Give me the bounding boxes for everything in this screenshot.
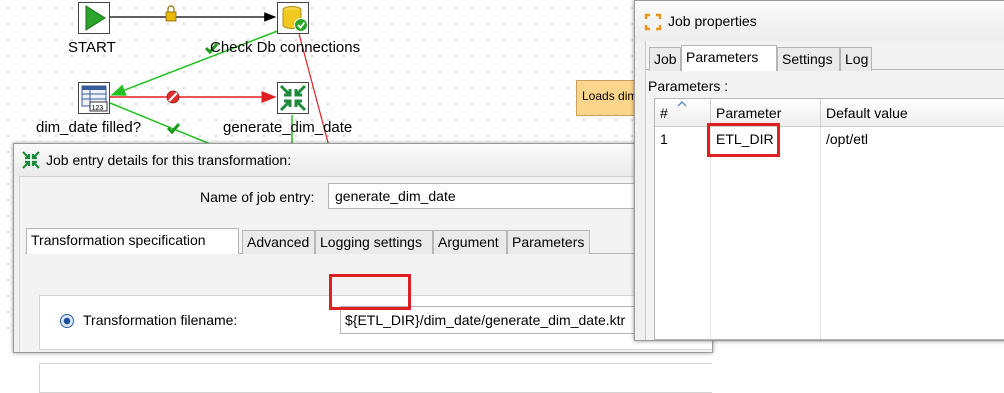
job-properties-dialog: Job properties Job Parameters Settings L… (634, 0, 1004, 341)
table-row-number: 1 (660, 131, 668, 147)
tab-log[interactable]: Log (840, 47, 872, 71)
start-node-label: START (68, 39, 116, 56)
table-check-icon: 123 (78, 82, 110, 114)
job-entry-name-label: Name of job entry: (200, 189, 315, 205)
generate-node-icon[interactable] (277, 82, 309, 114)
tab-parameters[interactable]: Parameters (507, 230, 590, 254)
entry-dialog-body: Name of job entry: generate_dim_date Tra… (19, 176, 712, 393)
transformation-icon (277, 82, 309, 114)
entry-dialog-title: Job entry details for this transformatio… (46, 152, 292, 168)
tab-job[interactable]: Job (649, 47, 681, 71)
transformation-filename-radio[interactable] (60, 314, 74, 328)
transformation-filename-input[interactable]: ${ETL_DIR}/dim_date/generate_dim_date.kt… (340, 306, 660, 334)
column-header-number[interactable]: # (655, 99, 711, 127)
job-properties-titlebar[interactable]: Job properties (635, 1, 1004, 41)
table-row-default-value[interactable]: /opt/etl (821, 127, 1004, 153)
start-node-icon[interactable] (78, 2, 110, 34)
lock-icon (165, 5, 177, 22)
job-properties-title: Job properties (668, 13, 757, 29)
database-icon (277, 2, 309, 34)
job-entry-name-input[interactable]: generate_dim_date (328, 183, 658, 209)
etl-dir-highlight-box (329, 274, 411, 310)
sort-arrow-icon (677, 101, 687, 107)
tab-parameters-active[interactable]: Parameters (681, 45, 777, 71)
tab-advanced[interactable]: Advanced (242, 230, 315, 254)
column-header-default-value[interactable]: Default value (821, 99, 1004, 127)
transformation-filename-label: Transformation filename: (83, 312, 238, 328)
tab-transformation-specification[interactable]: Transformation specification (26, 228, 239, 254)
dim-date-filled-node-label: dim_date filled? (36, 119, 142, 136)
column-divider (820, 127, 821, 339)
svg-text:123: 123 (92, 105, 104, 112)
generate-node-label: generate_dim_date (223, 119, 353, 136)
check-db-node-label: Check Db connections (210, 39, 361, 56)
play-icon (78, 2, 110, 34)
check-db-node-icon[interactable] (277, 2, 309, 34)
tab-settings[interactable]: Settings (777, 47, 840, 71)
transformation-icon (22, 151, 40, 169)
dim-date-filled-node-icon[interactable]: 123 (78, 82, 110, 114)
parameter-highlight-box (707, 123, 780, 157)
entry-dialog-titlebar[interactable]: Job entry details for this transformatio… (14, 144, 712, 176)
failure-icon (166, 90, 180, 104)
filename-variable-part: ${ETL_DIR} (345, 312, 420, 328)
filename-path-part: /dim_date/generate_dim_date.ktr (419, 312, 626, 328)
parameters-caption: Parameters : (648, 78, 729, 94)
secondary-options-group (39, 363, 712, 393)
tab-logging-settings[interactable]: Logging settings (315, 230, 433, 254)
canvas-note[interactable]: Loads dim (576, 80, 642, 116)
column-divider (710, 127, 711, 339)
job-icon (644, 13, 662, 31)
tab-argument[interactable]: Argument (433, 230, 507, 254)
job-entry-dialog: Job entry details for this transformatio… (13, 143, 713, 393)
job-properties-body: Job Parameters Settings Log Parameters :… (645, 41, 1004, 340)
